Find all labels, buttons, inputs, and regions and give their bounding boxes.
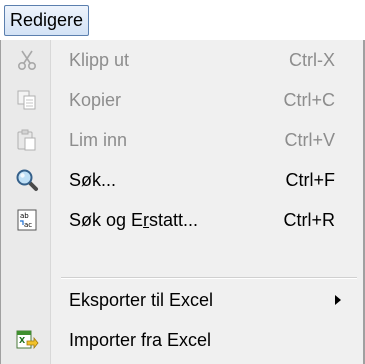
menu-item-copy-label: Kopier (69, 90, 122, 110)
menu-item-paste[interactable]: Lim inn Ctrl+V (1, 120, 363, 160)
menu-item-cut[interactable]: Klipp ut Ctrl-X (1, 40, 363, 80)
menu-item-cut-label: Klipp ut (69, 50, 130, 70)
menu-item-import-excel-label: Importer fra Excel (69, 330, 212, 350)
paste-icon (15, 128, 39, 152)
copy-icon (15, 88, 39, 112)
menu-item-paste-shortcut: Ctrl+V (284, 130, 335, 150)
menu-item-find-replace-shortcut: Ctrl+R (283, 210, 335, 230)
menu-item-find-label: Søk... (69, 170, 117, 190)
excel-import-icon: X (15, 328, 39, 352)
menu-item-cut-shortcut: Ctrl-X (289, 50, 335, 70)
find-replace-icon: ab ac (15, 208, 39, 232)
menu-item-copy[interactable]: Kopier Ctrl+C (1, 80, 363, 120)
menu-item-import-excel[interactable]: X Importer fra Excel (1, 320, 363, 360)
menu-item-export-excel-label: Eksporter til Excel (69, 290, 214, 310)
magnifier-icon (15, 168, 39, 192)
menu-item-export-excel[interactable]: Eksporter til Excel (1, 280, 363, 320)
scissors-icon (15, 48, 39, 72)
menu-redigere[interactable]: Redigere (4, 5, 90, 36)
menu-item-find-replace-label: Søk og Erstatt... (69, 200, 198, 240)
menu-separator (61, 277, 357, 279)
submenu-arrow-icon (335, 295, 341, 305)
menu-item-copy-shortcut: Ctrl+C (283, 90, 335, 110)
find-replace-label-part1: Søk og E (69, 210, 144, 230)
menu-item-find-replace[interactable]: ab ac Søk og Erstatt... Ctrl+R (1, 200, 363, 240)
menu-redigere-label: Redigere (10, 10, 84, 30)
find-replace-label-part2: statt... (149, 210, 199, 230)
svg-text:X: X (19, 336, 26, 345)
menu-item-find[interactable]: Søk... Ctrl+F (1, 160, 363, 200)
menu-item-find-shortcut: Ctrl+F (285, 170, 336, 190)
menu-item-paste-label: Lim inn (69, 130, 128, 150)
svg-text:ab: ab (20, 212, 29, 220)
menu-bar: Redigere (0, 0, 365, 40)
edit-dropdown-menu: Klipp ut Ctrl-X Kopier Ctrl+C Lim inn Ct (0, 40, 365, 364)
svg-text:ac: ac (24, 221, 32, 229)
